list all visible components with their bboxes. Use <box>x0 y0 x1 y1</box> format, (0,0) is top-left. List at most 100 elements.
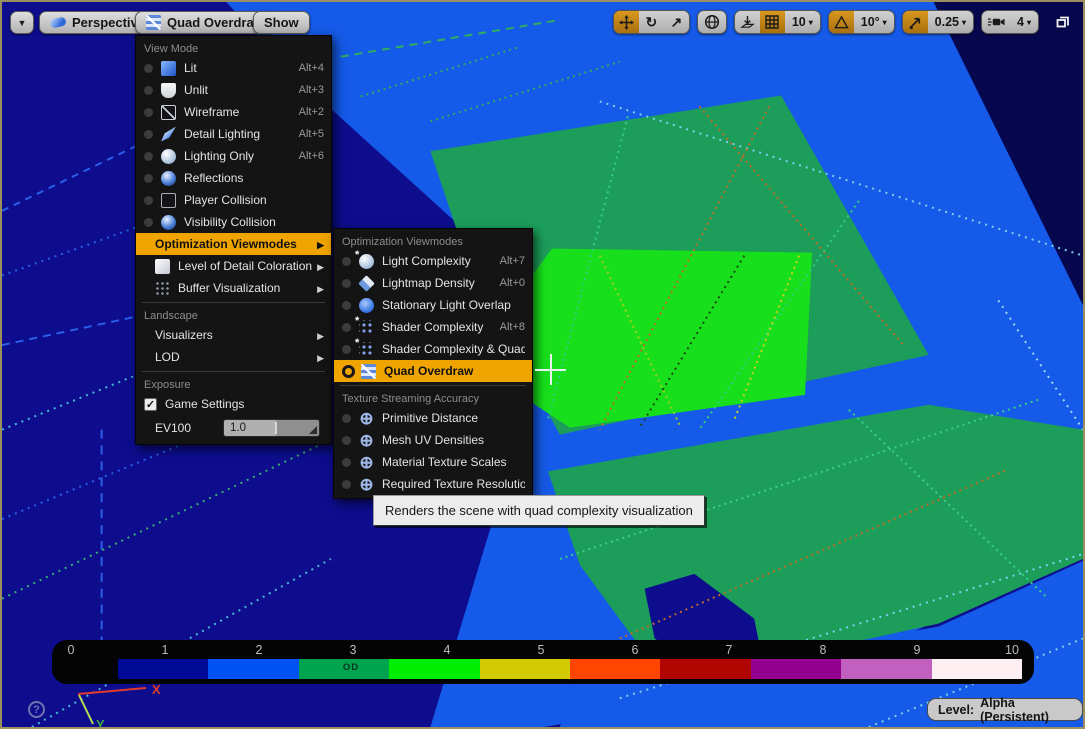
camera-speed-value: 4 <box>1017 15 1024 29</box>
menu-item-label: Lit <box>184 61 291 75</box>
scale-tick-label: 6 <box>632 643 639 657</box>
light-overlap-icon <box>359 298 374 313</box>
camera-speed-button[interactable] <box>982 11 1010 33</box>
surface-snap-button[interactable] <box>735 11 760 33</box>
radio-icon <box>144 130 153 139</box>
menu-item-game-settings[interactable]: ✓ Game Settings <box>136 393 331 415</box>
scale-tick-label: 7 <box>726 643 733 657</box>
menu-section-title: View Mode <box>136 39 331 57</box>
texture-streaming-icon: ⊕ <box>359 411 374 426</box>
grid-snap-icon <box>765 15 779 29</box>
collision-sphere-icon <box>161 215 176 230</box>
star-icon: * <box>355 315 359 327</box>
coordinate-system-group <box>697 10 727 34</box>
viewport-options-dropdown-button[interactable]: ▼ <box>10 11 34 34</box>
menu-divider <box>340 385 526 386</box>
shortcut-label: Alt+4 <box>299 62 324 74</box>
menu-item-material-texture-scales[interactable]: ⊕ Material Texture Scales <box>334 451 532 473</box>
menu-item-light-complexity[interactable]: * Light Complexity Alt+7 <box>334 250 532 272</box>
perspective-icon <box>49 16 67 28</box>
surface-snap-icon <box>740 15 755 30</box>
menu-item-unlit[interactable]: Unlit Alt+3 <box>136 79 331 101</box>
menu-item-required-texture-resolution[interactable]: ⊕ Required Texture Resolution <box>334 473 532 495</box>
radio-icon <box>342 257 351 266</box>
caret-down-icon: ▾ <box>809 18 813 27</box>
axis-y-label: Y <box>96 717 105 729</box>
shortcut-label: Alt+3 <box>299 84 324 96</box>
menu-item-shader-complexity-quads[interactable]: * Shader Complexity & Quads <box>334 338 532 360</box>
radio-icon <box>342 323 351 332</box>
scale-segment <box>570 659 660 679</box>
scale-snap-toggle[interactable] <box>903 11 928 33</box>
menu-item-reflections[interactable]: Reflections <box>136 167 331 189</box>
menu-item-detail-lighting[interactable]: Detail Lighting Alt+5 <box>136 123 331 145</box>
menu-item-lightmap-density[interactable]: Lightmap Density Alt+0 <box>334 272 532 294</box>
menu-item-buffer-visualization[interactable]: Buffer Visualization <box>136 277 331 299</box>
rotate-mode-button[interactable]: ↻ <box>639 11 664 33</box>
lod-cube-icon <box>155 259 170 274</box>
menu-item-player-collision[interactable]: Player Collision <box>136 189 331 211</box>
menu-item-primitive-distance[interactable]: ⊕ Primitive Distance <box>334 407 532 429</box>
rotation-snap-toggle[interactable] <box>829 11 854 33</box>
scale-snap-icon <box>908 15 923 30</box>
menu-item-visualizers[interactable]: Visualizers <box>136 324 331 346</box>
menu-item-visibility-collision[interactable]: Visibility Collision <box>136 211 331 233</box>
menu-item-lit[interactable]: Lit Alt+4 <box>136 57 331 79</box>
transform-mode-group: ↻ ↗ <box>613 10 690 34</box>
scale-segment <box>841 659 931 679</box>
menu-item-lod[interactable]: LOD <box>136 346 331 368</box>
menu-item-label: Reflections <box>184 171 324 185</box>
radio-icon <box>144 152 153 161</box>
menu-item-lod-coloration[interactable]: Level of Detail Coloration <box>136 255 331 277</box>
rotation-snap-group: 10° ▾ <box>828 10 895 34</box>
crosshair-cursor <box>535 354 566 385</box>
menu-item-optimization-viewmodes[interactable]: Optimization Viewmodes <box>136 233 331 255</box>
radio-icon <box>342 480 351 489</box>
shader-complexity-icon: * <box>359 320 374 335</box>
scale-tick-label: 8 <box>820 643 827 657</box>
radio-icon <box>144 86 153 95</box>
rotation-snap-value-dropdown[interactable]: 10° ▾ <box>854 11 894 33</box>
world-space-button[interactable] <box>698 11 726 33</box>
grid-snap-toggle[interactable] <box>760 11 785 33</box>
radio-icon <box>144 196 153 205</box>
menu-item-mesh-uv-densities[interactable]: ⊕ Mesh UV Densities <box>334 429 532 451</box>
level-badge[interactable]: Level: Alpha (Persistent) <box>927 698 1083 721</box>
menu-item-label: LOD <box>155 350 317 364</box>
scale-icon: ↗ <box>670 15 682 29</box>
grid-snap-value-dropdown[interactable]: 10 ▾ <box>785 11 820 33</box>
menu-item-stationary-light-overlap[interactable]: Stationary Light Overlap <box>334 294 532 316</box>
help-button[interactable]: ? <box>28 701 45 718</box>
menu-item-wireframe[interactable]: Wireframe Alt+2 <box>136 101 331 123</box>
od-marker: OD <box>338 662 364 673</box>
camera-speed-group: 4 ▾ <box>981 10 1039 34</box>
show-button[interactable]: Show <box>253 11 310 34</box>
show-label: Show <box>264 15 299 30</box>
tooltip-text: Renders the scene with quad complexity v… <box>385 503 693 518</box>
shortcut-label: Alt+0 <box>500 277 525 289</box>
move-icon <box>619 15 634 30</box>
radio-icon <box>342 345 351 354</box>
menu-item-label: Material Texture Scales <box>382 455 525 469</box>
translate-mode-button[interactable] <box>614 11 639 33</box>
menu-item-label: Detail Lighting <box>184 127 291 141</box>
caret-down-icon: ▾ <box>962 18 966 27</box>
ev100-value: 1.0 <box>230 422 246 434</box>
shortcut-label: Alt+7 <box>500 255 525 267</box>
menu-item-shader-complexity[interactable]: * Shader Complexity Alt+8 <box>334 316 532 338</box>
light-complexity-icon: * <box>359 254 374 269</box>
maximize-viewport-button[interactable] <box>1055 14 1071 30</box>
menu-item-lighting-only[interactable]: Lighting Only Alt+6 <box>136 145 331 167</box>
ev100-input[interactable]: 1.0 <box>223 419 320 437</box>
texture-streaming-icon: ⊕ <box>359 433 374 448</box>
scale-mode-button[interactable]: ↗ <box>664 11 689 33</box>
scale-snap-value-dropdown[interactable]: 0.25 ▾ <box>928 11 973 33</box>
menu-item-quad-overdraw[interactable]: Quad Overdraw <box>334 360 532 382</box>
checkbox-checked-icon[interactable]: ✓ <box>144 398 157 411</box>
camera-speed-value-dropdown[interactable]: 4 ▾ <box>1010 11 1038 33</box>
collision-cube-icon <box>161 193 176 208</box>
submenu-arrow-icon <box>317 259 324 273</box>
unlit-shield-icon <box>161 83 176 98</box>
radio-icon <box>144 64 153 73</box>
quad-overdraw-icon <box>146 15 161 30</box>
